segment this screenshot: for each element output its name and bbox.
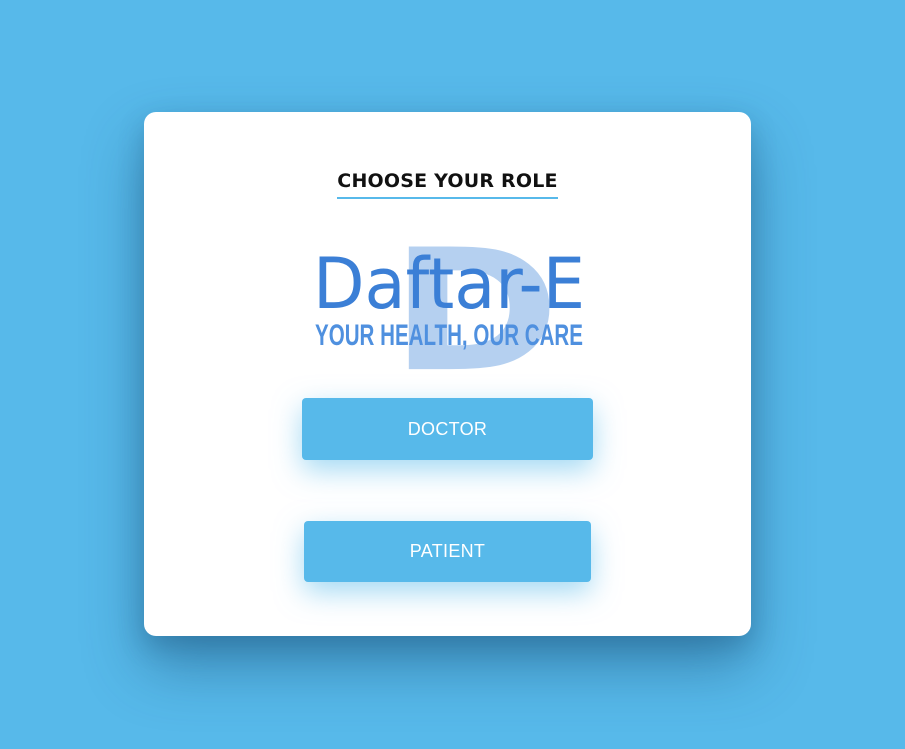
doctor-button[interactable]: DOCTOR bbox=[302, 398, 593, 460]
logo-wordmark: Daftar-E bbox=[313, 243, 585, 325]
page-title: CHOOSE YOUR ROLE bbox=[337, 170, 558, 199]
logo-tagline: YOUR HEALTH, OUR CARE bbox=[315, 319, 583, 352]
page-title-wrapper: CHOOSE YOUR ROLE bbox=[144, 170, 751, 199]
daftar-e-logo: D Daftar-E YOUR HEALTH, OUR CARE bbox=[304, 210, 594, 390]
patient-button[interactable]: PATIENT bbox=[304, 521, 591, 582]
role-selection-card: CHOOSE YOUR ROLE D Daftar-E YOUR HEALTH,… bbox=[144, 112, 751, 636]
